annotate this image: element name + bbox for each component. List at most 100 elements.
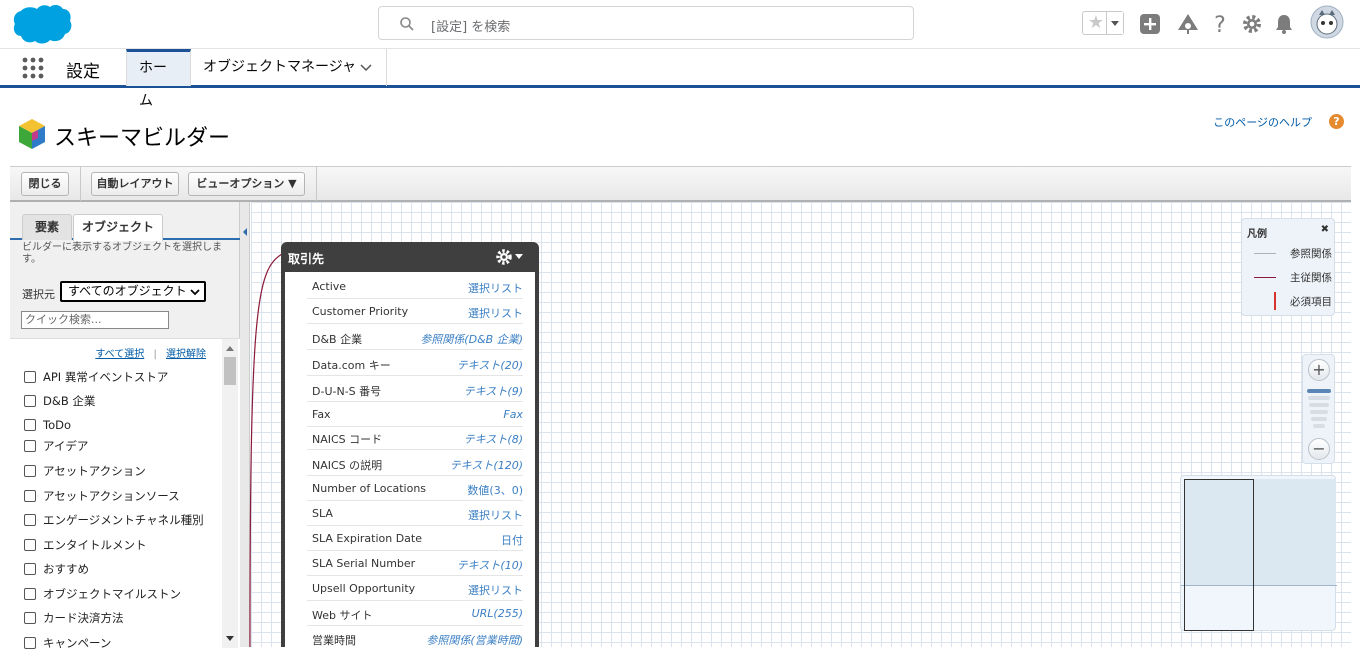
gear-icon[interactable] (495, 248, 525, 266)
view-options-button[interactable]: ビューオプション ▼ (188, 172, 305, 196)
zoom-out-button[interactable]: − (1308, 438, 1330, 460)
field-name: SLA Expiration Date (312, 532, 423, 545)
field-name: 営業時間 (312, 634, 356, 647)
list-item[interactable]: ToDo (24, 417, 71, 437)
list-item[interactable]: アイデア (24, 438, 88, 458)
tab-elements[interactable]: 要素 (22, 214, 72, 240)
checkbox[interactable] (24, 490, 36, 502)
checkbox[interactable] (24, 539, 36, 551)
field-row[interactable]: NAICS コード テキスト(8) (307, 425, 523, 450)
list-item[interactable]: おすすめ (24, 561, 89, 581)
chevron-down-icon[interactable] (360, 62, 372, 74)
global-search[interactable]: [設定] を検索 (378, 6, 914, 40)
checkbox[interactable] (24, 514, 36, 526)
field-row[interactable]: SLA Serial Number テキスト(10) (307, 551, 523, 576)
object-list: すべて選択 | 選択解除 API 異常イベントストア D&B 企業 ToDo ア… (10, 338, 240, 650)
app-launcher-icon[interactable] (22, 57, 44, 79)
field-row[interactable]: 営業時間 参照関係(営業時間) (307, 626, 523, 647)
caret-down-icon (1111, 21, 1119, 26)
list-item-label: ToDo (43, 418, 71, 432)
list-item[interactable]: API 異常イベントストア (24, 369, 168, 389)
field-row[interactable]: NAICS の説明 テキスト(120) (307, 451, 523, 476)
salesforce-logo[interactable] (12, 3, 72, 45)
field-type: テキスト(8) (463, 433, 523, 446)
close-icon[interactable]: ✖ (1321, 224, 1329, 235)
favorites-button[interactable]: ★ (1082, 11, 1124, 35)
minimap-viewport[interactable] (1184, 479, 1254, 631)
zoom-level-step[interactable] (1307, 389, 1331, 393)
global-actions-icon[interactable] (1138, 12, 1162, 36)
source-select[interactable]: すべてのオブジェクト (60, 281, 206, 302)
field-row[interactable]: Active 選択リスト (307, 274, 523, 299)
field-type: 数値(3、0) (467, 484, 523, 497)
scroll-up-icon[interactable] (226, 345, 234, 351)
checkbox[interactable] (24, 612, 36, 624)
list-item[interactable]: キャンペーン (24, 635, 111, 655)
field-row[interactable]: D&B 企業 参照関係(D&B 企業) (307, 325, 523, 350)
field-row[interactable]: Web サイト URL(255) (307, 601, 523, 626)
deselect-link[interactable]: 選択解除 (166, 349, 206, 360)
field-name: Web サイト (312, 609, 373, 622)
list-item[interactable]: オブジェクトマイルストン (24, 586, 181, 606)
field-row[interactable]: Fax Fax (307, 402, 523, 427)
zoom-level-step[interactable] (1308, 396, 1330, 400)
toolbar-divider (80, 167, 81, 201)
notifications-bell-icon[interactable] (1272, 12, 1296, 36)
auto-layout-button[interactable]: 自動レイアウト (91, 172, 179, 196)
list-item[interactable]: エンタイトルメント (24, 537, 147, 557)
select-all-link[interactable]: すべて選択 (95, 349, 144, 360)
zoom-level-step[interactable] (1313, 424, 1325, 428)
checkbox[interactable] (24, 563, 36, 575)
field-row[interactable]: Number of Locations 数値(3、0) (307, 476, 523, 501)
field-row[interactable]: D-U-N-S 番号 テキスト(9) (307, 377, 523, 402)
list-item[interactable]: カード決済方法 (24, 610, 124, 630)
checkbox[interactable] (24, 440, 36, 452)
scrollbar-thumb[interactable] (224, 357, 236, 385)
zoom-level-step[interactable] (1309, 403, 1329, 407)
field-type: 参照関係(D&B 企業) (420, 333, 523, 346)
list-item[interactable]: アセットアクション (24, 463, 146, 483)
favorites-dropdown[interactable] (1106, 12, 1123, 34)
quick-search-input[interactable]: クイック検索... (21, 311, 169, 329)
zoom-level-step[interactable] (1310, 410, 1328, 414)
tab-home[interactable]: ホーム (126, 49, 191, 109)
field-row[interactable]: SLA 選択リスト (307, 501, 523, 526)
field-list: Active 選択リスト Customer Priority 選択リスト D&B 企… (285, 272, 535, 647)
scroll-down-icon[interactable] (226, 636, 234, 642)
tab-object-manager[interactable]: オブジェクトマネージャ (191, 49, 387, 86)
checkbox[interactable] (24, 371, 36, 383)
field-name: Upsell Opportunity (312, 582, 416, 595)
list-item[interactable]: D&B 企業 (24, 393, 95, 413)
field-row[interactable]: Customer Priority 選択リスト (307, 299, 523, 324)
field-type: テキスト(120) (449, 459, 523, 472)
field-row[interactable]: Data.com キー テキスト(20) (307, 351, 523, 376)
checkbox[interactable] (24, 588, 36, 600)
checkbox[interactable] (24, 637, 36, 649)
help-question-icon[interactable]: ? (1329, 114, 1344, 129)
checkbox[interactable] (24, 465, 36, 477)
field-name: Active (312, 280, 347, 293)
field-row[interactable]: SLA Expiration Date 日付 (307, 526, 523, 551)
user-avatar[interactable] (1310, 5, 1344, 39)
close-button[interactable]: 閉じる (21, 172, 69, 196)
tab-objects[interactable]: オブジェクト (73, 214, 163, 241)
zoom-in-button[interactable]: + (1308, 359, 1330, 381)
list-item[interactable]: エンゲージメントチャネル種別 (24, 512, 204, 532)
list-item-label: オブジェクトマイルストン (43, 587, 181, 601)
field-name: SLA Serial Number (312, 557, 416, 570)
canvas-minimap[interactable] (1180, 475, 1337, 631)
field-row[interactable]: Upsell Opportunity 選択リスト (307, 576, 523, 601)
object-card-account[interactable]: 取引先 Active 選択リスト Customer Priority 選択リスト D… (281, 242, 539, 647)
field-name: Number of Locations (312, 482, 427, 495)
master-detail-line-swatch (1254, 277, 1276, 278)
help-icon[interactable]: ? (1208, 12, 1232, 36)
trailhead-icon[interactable] (1176, 12, 1200, 36)
checkbox[interactable] (24, 395, 36, 407)
setup-gear-icon[interactable] (1240, 12, 1264, 36)
toolbar-divider (316, 167, 317, 201)
checkbox[interactable] (24, 419, 36, 431)
zoom-level-step[interactable] (1311, 417, 1327, 421)
field-type: 選択リスト (468, 307, 523, 320)
list-item[interactable]: アセットアクションソース (24, 488, 180, 508)
page-help-link[interactable]: このページのヘルプ (1213, 114, 1312, 130)
